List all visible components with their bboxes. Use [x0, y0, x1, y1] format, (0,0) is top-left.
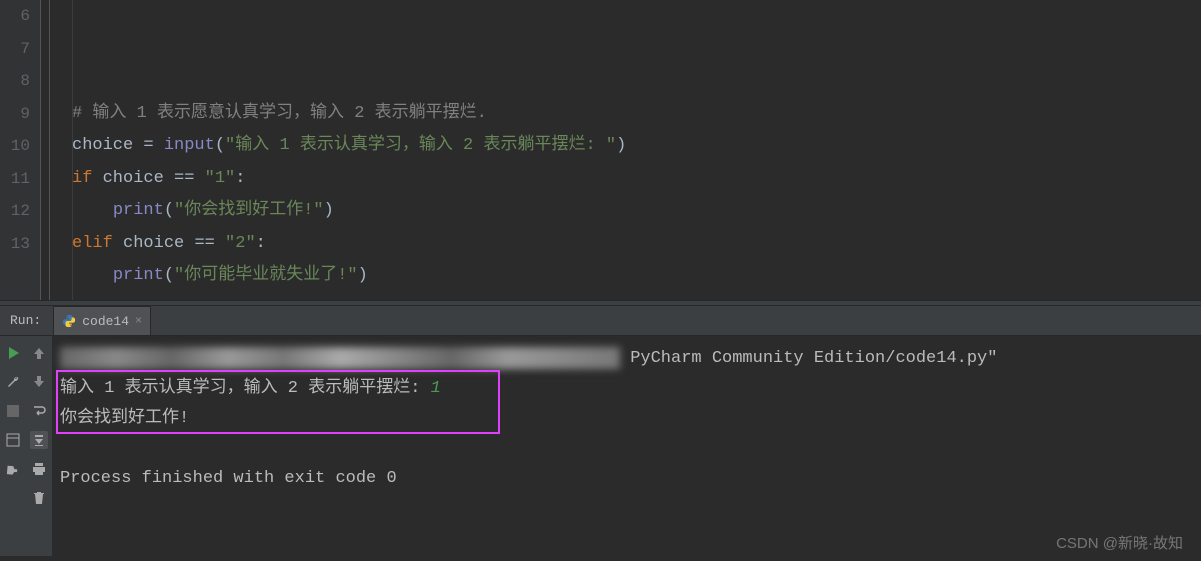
console-line-exit: Process finished with exit code 0 [60, 464, 1201, 494]
run-panel-header: Run: code14 × [0, 306, 1201, 336]
line-number: 12 [0, 195, 40, 228]
console-line-prompt: 输入 1 表示认真学习，输入 2 表示躺平摆烂: 1 [60, 374, 1201, 404]
run-tab-label: code14 [82, 314, 129, 329]
code-editor[interactable]: 678910111213 # 输入 1 表示愿意认真学习，输入 2 表示躺平摆烂… [0, 0, 1201, 300]
line-number: 6 [0, 0, 40, 33]
toolbar-col-2 [26, 336, 52, 556]
line-gutter: 678910111213 [0, 0, 40, 300]
console-output[interactable]: PyCharm Community Edition/code14.py" 输入 … [52, 336, 1201, 556]
print-icon[interactable] [30, 460, 48, 478]
soft-wrap-icon[interactable] [30, 402, 48, 420]
trash-icon[interactable] [30, 489, 48, 507]
line-number: 13 [0, 228, 40, 261]
toolbar-col-1 [0, 336, 26, 556]
line-number: 8 [0, 65, 40, 98]
code-line[interactable]: print("你会找到好工作!") [72, 195, 1201, 228]
code-line[interactable]: else: [72, 293, 1201, 301]
run-tab[interactable]: code14 × [53, 306, 151, 335]
pin-icon[interactable] [4, 460, 22, 478]
console-line-path: PyCharm Community Edition/code14.py" [60, 344, 1201, 374]
stop-icon[interactable] [4, 402, 22, 420]
console-line-blank [60, 434, 1201, 464]
down-arrow-icon[interactable] [30, 373, 48, 391]
run-label: Run: [0, 313, 53, 328]
up-arrow-icon[interactable] [30, 344, 48, 362]
run-icon[interactable] [4, 344, 22, 362]
line-number: 10 [0, 130, 40, 163]
code-line[interactable]: if choice == "1": [72, 163, 1201, 196]
close-icon[interactable]: × [135, 314, 142, 328]
line-number: 9 [0, 98, 40, 131]
python-file-icon [62, 314, 76, 328]
code-line[interactable]: choice = input("输入 1 表示认真学习，输入 2 表示躺平摆烂:… [72, 130, 1201, 163]
gutter-separator [40, 0, 72, 300]
wrench-icon[interactable] [4, 373, 22, 391]
run-panel-body: PyCharm Community Edition/code14.py" 输入 … [0, 336, 1201, 556]
console-line-output: 你会找到好工作! [60, 404, 1201, 434]
code-line[interactable]: # 输入 1 表示愿意认真学习，输入 2 表示躺平摆烂. [72, 98, 1201, 131]
scroll-to-end-icon[interactable] [30, 431, 48, 449]
line-number: 7 [0, 33, 40, 66]
line-number: 11 [0, 163, 40, 196]
layout-icon[interactable] [4, 431, 22, 449]
code-line[interactable]: elif choice == "2": [72, 228, 1201, 261]
code-area[interactable]: # 输入 1 表示愿意认真学习，输入 2 表示躺平摆烂.choice = inp… [72, 0, 1201, 300]
code-line[interactable]: print("你可能毕业就失业了!") [72, 260, 1201, 293]
run-toolbars [0, 336, 52, 556]
watermark: CSDN @新晓·故知 [1056, 532, 1183, 553]
